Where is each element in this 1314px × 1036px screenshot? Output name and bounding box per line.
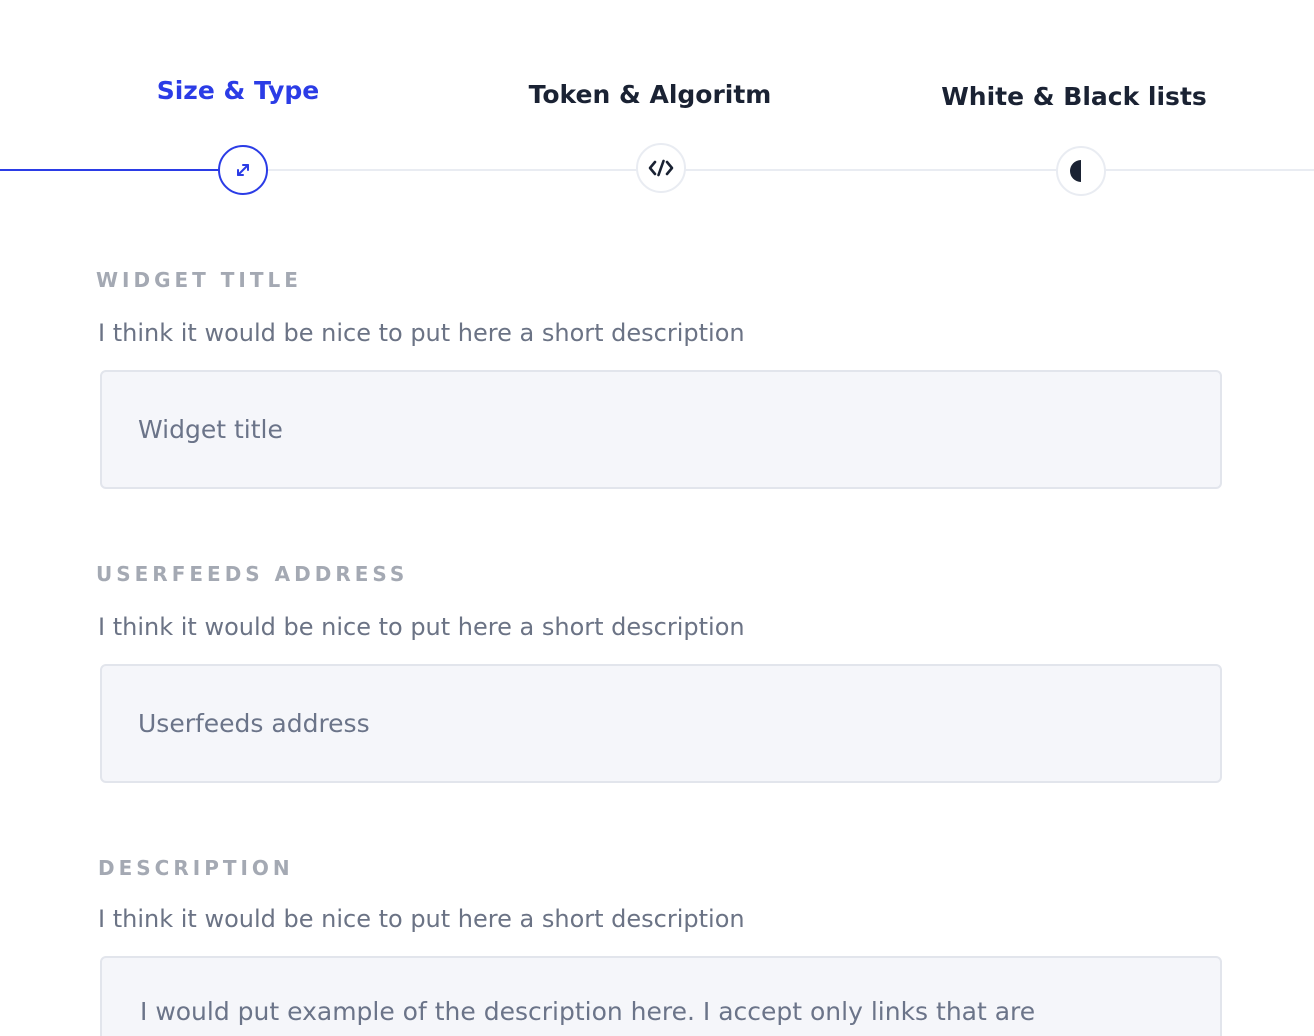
stepper-track-remaining: [266, 169, 1314, 171]
step-node-token-algorithm[interactable]: [636, 143, 686, 193]
widget-title-input[interactable]: [100, 370, 1222, 489]
widget-setup-page: Size & Type Token & Algoritm White & Bla…: [0, 0, 1314, 1036]
step-node-size-type[interactable]: [218, 145, 268, 195]
description-textarea[interactable]: [100, 956, 1222, 1036]
userfeeds-address-input[interactable]: [100, 664, 1222, 783]
description-help-text: I think it would be nice to put here a s…: [98, 905, 745, 933]
userfeeds-address-label: USERFEEDS ADDRESS: [96, 562, 409, 586]
step-title-white-black-lists[interactable]: White & Black lists: [941, 84, 1207, 109]
widget-title-label: WIDGET TITLE: [96, 268, 302, 292]
stepper-track-completed: [0, 169, 220, 171]
code-icon: [648, 159, 674, 177]
step-title-token-algorithm[interactable]: Token & Algoritm: [529, 82, 772, 107]
widget-title-description: I think it would be nice to put here a s…: [98, 319, 745, 347]
half-circle-icon: [1070, 160, 1081, 182]
step-node-white-black-lists[interactable]: [1056, 146, 1106, 196]
resize-arrows-icon: [237, 164, 249, 176]
step-title-size-type[interactable]: Size & Type: [157, 78, 320, 103]
userfeeds-address-description: I think it would be nice to put here a s…: [98, 613, 745, 641]
description-label: DESCRIPTION: [98, 856, 294, 880]
